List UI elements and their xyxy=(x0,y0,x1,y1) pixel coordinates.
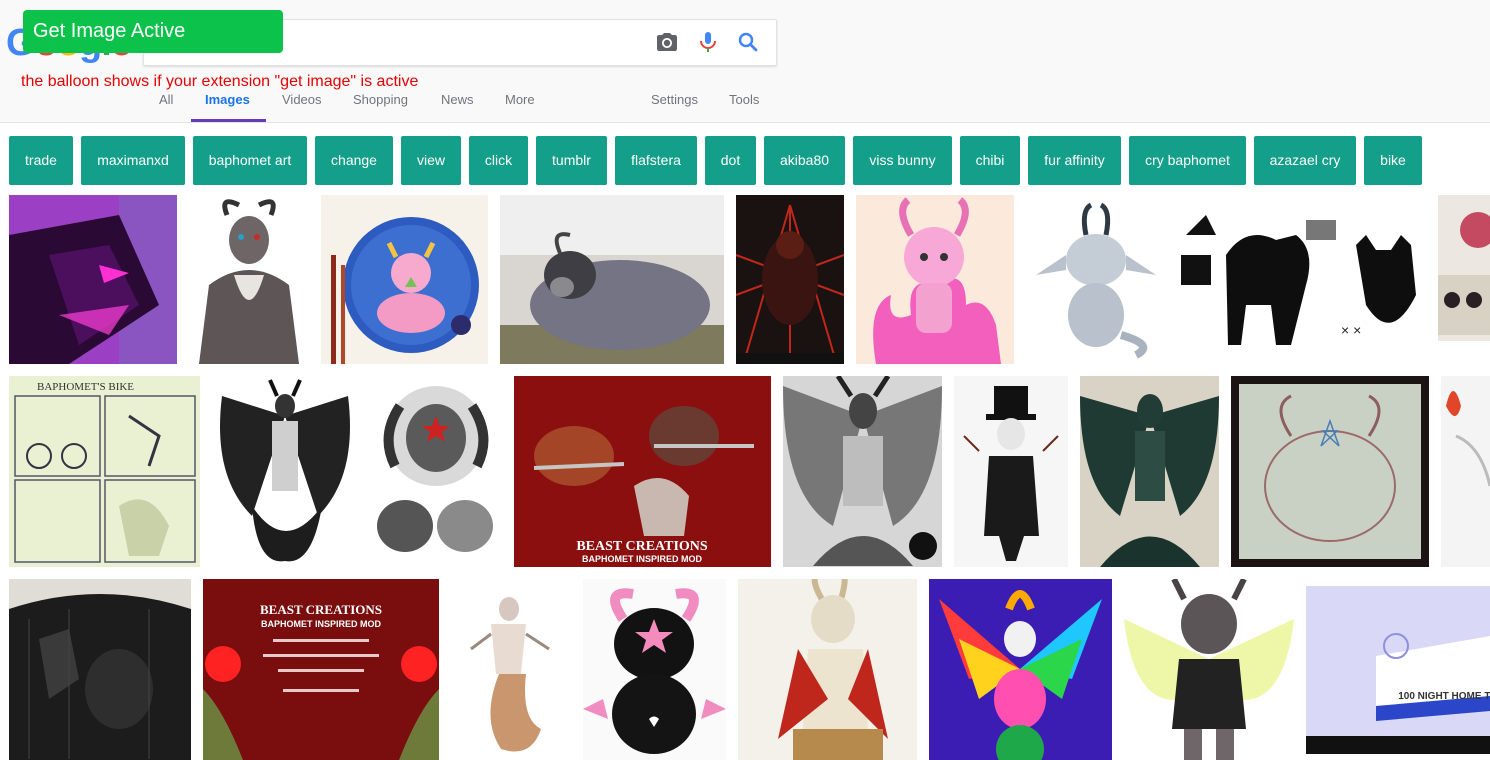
skeleton-top-hat-thumbnail xyxy=(954,376,1068,567)
tab-shopping[interactable]: Shopping xyxy=(353,92,408,107)
tab-all[interactable]: All xyxy=(159,92,173,107)
microphone-icon[interactable] xyxy=(696,30,720,54)
svg-text:× ×: × × xyxy=(1341,322,1361,338)
image-result[interactable] xyxy=(583,579,726,760)
poster-subtitle: BAPHOMET INSPIRED MOD xyxy=(261,619,382,629)
chip-tumblr[interactable]: tumblr xyxy=(536,136,607,185)
baphomet-tapestry-thumbnail xyxy=(9,579,191,760)
chip-view[interactable]: view xyxy=(401,136,461,185)
camera-icon[interactable] xyxy=(655,30,679,54)
image-result[interactable] xyxy=(321,195,488,364)
tab-tools[interactable]: Tools xyxy=(729,92,759,107)
black-character-sheet-thumbnail: × × xyxy=(1176,195,1428,364)
image-result[interactable]: BEAST CREATIONS BAPHOMET INSPIRED MOD xyxy=(203,579,439,760)
image-result[interactable]: BEAST CREATIONS BAPHOMET INSPIRED MOD xyxy=(514,376,771,567)
tab-settings[interactable]: Settings xyxy=(651,92,698,107)
image-result[interactable] xyxy=(1026,195,1164,364)
black-baphomet-plush-thumbnail xyxy=(583,579,726,760)
image-result[interactable]: 100 NIGHT HOME TRIAL xyxy=(1306,586,1490,754)
mattress-screen-photo-thumbnail: 100 NIGHT HOME TRIAL xyxy=(1306,586,1490,754)
image-result[interactable]: BAPHOMET'S BIKE xyxy=(9,376,200,567)
goat-furry-thumbnail xyxy=(189,195,309,364)
image-result[interactable] xyxy=(1231,376,1429,567)
partial-thumbnail-2 xyxy=(1441,376,1490,567)
tab-images[interactable]: Images xyxy=(205,92,250,107)
purple-dragon-thumbnail xyxy=(9,195,177,364)
green-baphomet-print-thumbnail xyxy=(1080,376,1219,567)
baphomet-engraving-thumbnail xyxy=(783,376,942,567)
image-result[interactable] xyxy=(954,376,1068,567)
image-result[interactable] xyxy=(736,195,844,364)
chip-fur-affinity[interactable]: fur affinity xyxy=(1028,136,1121,185)
image-result[interactable] xyxy=(189,195,309,364)
image-result[interactable] xyxy=(370,376,502,567)
search-icon[interactable] xyxy=(736,30,760,54)
grey-goat-photo-thumbnail xyxy=(500,195,724,364)
chip-chibi[interactable]: chibi xyxy=(960,136,1020,185)
winged-goat-hoodie-thumbnail xyxy=(1124,579,1294,760)
baphomets-bike-comic-thumbnail: BAPHOMET'S BIKE xyxy=(9,376,200,567)
image-result[interactable] xyxy=(1441,376,1490,567)
chip-cry-baphomet[interactable]: cry baphomet xyxy=(1129,136,1246,185)
partial-thumbnail xyxy=(1438,195,1490,341)
get-image-balloon: Get Image Active xyxy=(23,10,283,53)
chip-maximanxd[interactable]: maximanxd xyxy=(81,136,185,185)
chip-trade[interactable]: trade xyxy=(9,136,73,185)
beast-creations-mod-thumbnail: BEAST CREATIONS BAPHOMET INSPIRED MOD xyxy=(514,376,771,567)
chip-click[interactable]: click xyxy=(469,136,528,185)
dark-red-baphomet-thumbnail xyxy=(736,195,844,364)
goat-figurine-thumbnail xyxy=(738,579,917,760)
tab-videos[interactable]: Videos xyxy=(282,92,322,107)
image-result[interactable] xyxy=(738,579,917,760)
chip-flafstera[interactable]: flafstera xyxy=(615,136,697,185)
comic-title: BAPHOMET'S BIKE xyxy=(37,381,134,393)
image-result[interactable] xyxy=(9,579,191,760)
beast-creations-red-thumbnail: BEAST CREATIONS BAPHOMET INSPIRED MOD xyxy=(203,579,439,760)
tab-news[interactable]: News xyxy=(441,92,474,107)
chip-baphomet-art[interactable]: baphomet art xyxy=(193,136,307,185)
chip-bike[interactable]: bike xyxy=(1364,136,1422,185)
image-result[interactable] xyxy=(1124,579,1294,760)
mod-subtitle: BAPHOMET INSPIRED MOD xyxy=(582,554,703,564)
pink-baphomet-watercolor-thumbnail xyxy=(321,195,488,364)
chip-dot[interactable]: dot xyxy=(705,136,756,185)
image-result[interactable] xyxy=(783,376,942,567)
rainbow-baphomet-thumbnail xyxy=(929,579,1112,760)
tab-more[interactable]: More xyxy=(505,92,535,107)
chip-change[interactable]: change xyxy=(315,136,393,185)
image-result[interactable]: × × xyxy=(1176,195,1428,364)
chip-azazael-cry[interactable]: azazael cry xyxy=(1254,136,1356,185)
image-result[interactable] xyxy=(9,195,177,364)
extension-note: the balloon shows if your extension "get… xyxy=(21,73,419,90)
image-result[interactable] xyxy=(1080,376,1219,567)
chip-viss-bunny[interactable]: viss bunny xyxy=(853,136,952,185)
winged-baphomet-bw-thumbnail xyxy=(212,376,358,567)
mod-title: BEAST CREATIONS xyxy=(576,539,708,554)
grey-goat-chibi-thumbnail xyxy=(370,376,502,567)
image-result[interactable] xyxy=(856,195,1014,364)
mattress-caption: 100 NIGHT HOME TRIAL xyxy=(1398,691,1490,702)
image-result[interactable] xyxy=(500,195,724,364)
image-result[interactable] xyxy=(1438,195,1490,341)
image-result[interactable] xyxy=(929,579,1112,760)
goat-pentagram-sketch-thumbnail xyxy=(1231,376,1429,567)
chip-akiba80[interactable]: akiba80 xyxy=(764,136,845,185)
image-result[interactable] xyxy=(212,376,358,567)
poster-title: BEAST CREATIONS xyxy=(260,602,382,617)
tailed-figure-sketch-thumbnail xyxy=(451,579,571,760)
image-result[interactable] xyxy=(451,579,571,760)
pink-baphomet-fire-thumbnail xyxy=(856,195,1014,364)
grey-creature-sketch-thumbnail xyxy=(1026,195,1164,364)
active-tab-indicator xyxy=(191,119,266,122)
